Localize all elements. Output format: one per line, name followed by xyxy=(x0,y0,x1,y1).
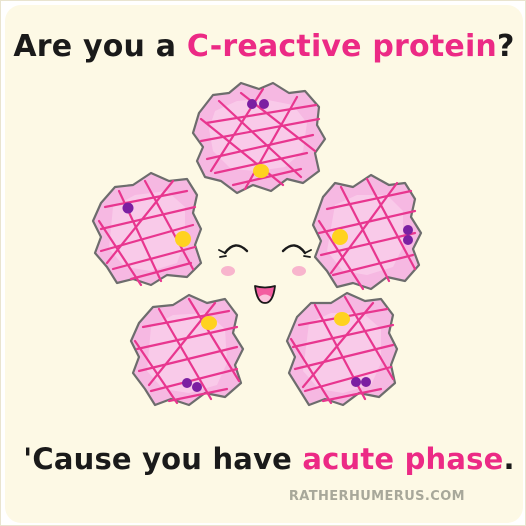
phosphocholine-dot xyxy=(122,202,134,214)
phosphocholine-dot xyxy=(361,377,371,387)
calcium-dot xyxy=(201,316,217,330)
calcium-dot xyxy=(253,164,269,178)
phosphocholine-dot xyxy=(247,99,257,109)
headline-question-end: ? xyxy=(496,29,515,64)
comic-canvas: Are you a C-reactive protein? 'Cause you… xyxy=(0,0,526,526)
phosphocholine-dot xyxy=(351,377,361,387)
phosphocholine-dot xyxy=(259,99,269,109)
protein-subunit-bottom-right xyxy=(285,291,399,407)
headline-question-lead: Are you a xyxy=(13,29,177,64)
phosphocholine-dot xyxy=(403,225,413,235)
headline-punchline-lead: 'Cause you have xyxy=(23,442,293,476)
headline-punchline: 'Cause you have acute phase. xyxy=(11,442,525,476)
headline-question: Are you a C-reactive protein? xyxy=(1,29,525,64)
protein-subunit-right xyxy=(311,173,423,291)
headline-punchline-highlight: acute phase xyxy=(302,442,504,476)
site-credit: RATHERHUMERUS.COM xyxy=(288,489,465,504)
phosphocholine-dot xyxy=(182,378,192,388)
calcium-dot xyxy=(332,229,348,245)
phosphocholine-dot xyxy=(403,235,413,245)
calcium-dot xyxy=(175,231,191,247)
left-cheek xyxy=(221,266,235,276)
protein-subunit-top xyxy=(191,81,327,195)
protein-subunit-bottom-left xyxy=(129,293,245,407)
right-cheek xyxy=(292,266,306,276)
phosphocholine-dot xyxy=(192,382,202,392)
headline-punchline-end: . xyxy=(503,442,515,476)
calcium-dot xyxy=(334,312,350,326)
headline-question-highlight: C-reactive protein xyxy=(186,29,497,64)
